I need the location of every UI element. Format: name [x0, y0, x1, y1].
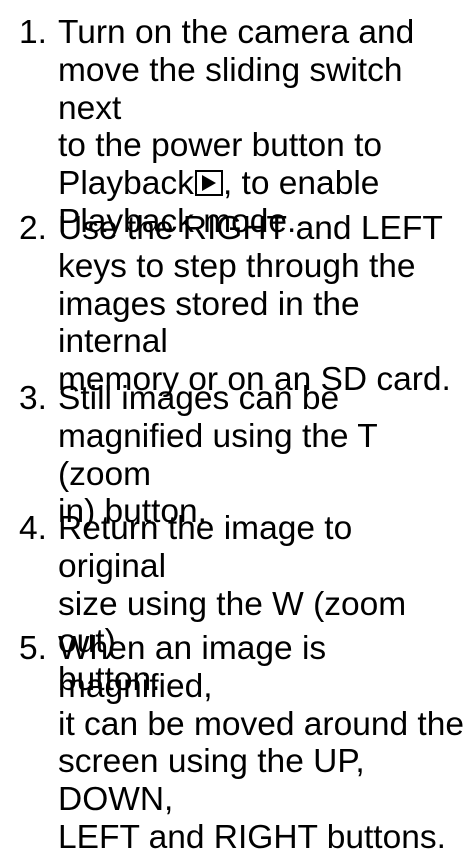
step-text-line: keys to step through the: [58, 247, 416, 285]
step-text-line-with-icon: Playback , to enable: [58, 165, 468, 203]
step-text-line: Use the RIGHT and LEFT: [58, 210, 443, 247]
step-text-line: When an image is magnified,: [58, 630, 327, 705]
step-number: 5.: [19, 630, 47, 667]
step-number: 2.: [19, 210, 47, 247]
list-item-step-2: 2. Use the RIGHT and LEFT keys to step t…: [0, 210, 474, 399]
step-text-line: to the power button to: [58, 127, 383, 165]
list-item-step-3: 3. Still images can be magnified using t…: [0, 380, 474, 531]
step-text-line: LEFT and RIGHT buttons.: [58, 818, 446, 856]
list-item-step-5: 5. When an image is magnified, it can be…: [0, 630, 474, 857]
step-text-line: magnified using the T (zoom: [58, 417, 378, 493]
step-text-fragment: Playback: [58, 165, 194, 203]
step-text-fragment: , to enable: [222, 165, 380, 203]
step-number: 4.: [19, 510, 47, 547]
step-number: 1.: [19, 14, 47, 51]
step-text-line: it can be moved around the: [58, 705, 464, 743]
step-text-line: screen using the UP, DOWN,: [58, 743, 365, 819]
step-text-line: move the sliding switch next: [58, 51, 403, 127]
step-text-line: Turn on the camera and: [58, 14, 415, 51]
step-number: 3.: [19, 380, 47, 417]
step-text-line: images stored in the internal: [58, 285, 360, 361]
list-item-step-1: 1. Turn on the camera and move the slidi…: [0, 14, 474, 241]
step-text-line: Return the image to original: [58, 510, 353, 585]
play-icon: [194, 170, 223, 197]
step-text-line: Still images can be: [58, 380, 340, 417]
